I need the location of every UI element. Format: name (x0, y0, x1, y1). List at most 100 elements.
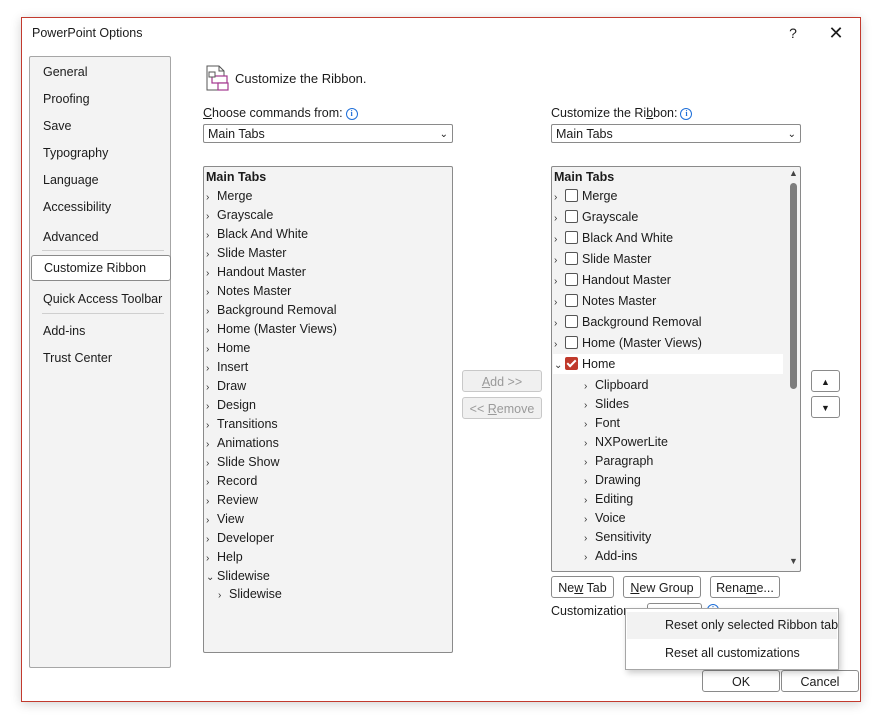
cancel-button[interactable]: Cancel (781, 670, 859, 692)
tree-item-group[interactable]: › Voice (584, 509, 626, 527)
tree-item-label: Home (Master Views) (582, 336, 702, 350)
tree-item-group[interactable]: › Add-ins (584, 547, 637, 565)
list-item[interactable]: ⌄ Slidewise (206, 567, 270, 585)
remove-button[interactable]: << Remove (462, 397, 542, 419)
choose-commands-select[interactable]: Main Tabs ⌄ (203, 124, 453, 143)
tab-checkbox[interactable] (565, 231, 578, 244)
tree-item-tab[interactable]: › Merge (554, 187, 617, 205)
nav-add-ins[interactable]: Add-ins (43, 321, 85, 341)
ribbon-tree[interactable]: Main Tabs › Merge › Grayscale › Black And Whi… (551, 166, 801, 572)
chevron-right-icon: › (206, 382, 210, 393)
nav-advanced[interactable]: Advanced (43, 227, 99, 247)
list-item[interactable]: › Draw (206, 377, 246, 395)
list-item[interactable]: › Black And White (206, 225, 308, 243)
tree-item-group[interactable]: › Slides (584, 395, 629, 413)
customize-ribbon-label: Customize the Ribbon: i (551, 106, 693, 120)
tree-scrollbar[interactable]: ▲ ▼ (788, 167, 800, 571)
new-group-button[interactable]: New Group (623, 576, 701, 598)
list-item[interactable]: › Review (206, 491, 258, 509)
chevron-right-icon: › (554, 192, 558, 203)
tree-item-group[interactable]: › NXPowerLite (584, 433, 668, 451)
tab-checkbox[interactable] (565, 336, 578, 349)
nav-language[interactable]: Language (43, 170, 99, 190)
list-item[interactable]: › Handout Master (206, 263, 306, 281)
customize-ribbon-icon (206, 65, 229, 91)
tab-checkbox[interactable] (565, 357, 578, 370)
btn-text: dd >> (490, 375, 523, 389)
list-item[interactable]: › Slide Show (206, 453, 280, 471)
list-item[interactable]: › Developer (206, 529, 274, 547)
nav-typography[interactable]: Typography (43, 143, 108, 163)
tree-item-group[interactable]: › Paragraph (584, 452, 653, 470)
move-up-button[interactable]: ▲ (811, 370, 840, 392)
tree-item-tab[interactable]: › Slide Master (554, 250, 651, 268)
tree-item-label: Home (582, 357, 616, 371)
tab-checkbox[interactable] (565, 252, 578, 265)
scroll-down-icon[interactable]: ▼ (789, 556, 798, 566)
tree-item-home[interactable]: ⌄ Home (554, 355, 615, 373)
tab-checkbox[interactable] (565, 189, 578, 202)
tree-item-group[interactable]: › Clipboard (584, 376, 649, 394)
list-item[interactable]: › Home (Master Views) (206, 320, 337, 338)
list-item[interactable]: › Help (206, 548, 243, 566)
list-item[interactable]: › Background Removal (206, 301, 337, 319)
list-item[interactable]: › Merge (206, 187, 252, 205)
section-title: Customize the Ribbon. (235, 71, 367, 86)
nav-general[interactable]: General (43, 62, 87, 82)
customize-ribbon-select[interactable]: Main Tabs ⌄ (551, 124, 801, 143)
dialog-title: PowerPoint Options (32, 26, 143, 40)
tree-item-group[interactable]: › Editing (584, 490, 633, 508)
list-item[interactable]: › Transitions (206, 415, 278, 433)
tree-item-tab[interactable]: › Handout Master (554, 271, 671, 289)
scroll-up-icon[interactable]: ▲ (789, 168, 798, 178)
close-button[interactable]: ✕ (824, 22, 848, 44)
new-tab-button[interactable]: New Tab (551, 576, 614, 598)
list-item[interactable]: › Insert (206, 358, 248, 376)
chevron-right-icon: › (584, 552, 588, 563)
nav-customize-ribbon[interactable]: Customize Ribbon (31, 255, 171, 281)
nav-save[interactable]: Save (43, 116, 72, 136)
tree-item-tab[interactable]: › Home (Master Views) (554, 334, 702, 352)
add-button[interactable]: Add >> (462, 370, 542, 392)
list-item[interactable]: › Home (206, 339, 250, 357)
list-item[interactable]: › Record (206, 472, 257, 490)
reset-all-item[interactable]: Reset all customizations (627, 640, 837, 667)
reset-selected-tab-item[interactable]: Reset only selected Ribbon tab (627, 612, 838, 639)
list-item[interactable]: › Slide Master (206, 244, 286, 262)
tab-checkbox[interactable] (565, 273, 578, 286)
tree-item-group[interactable]: › Drawing (584, 471, 641, 489)
ok-button[interactable]: OK (702, 670, 780, 692)
tree-item-tab[interactable]: › Background Removal (554, 313, 702, 331)
chevron-right-icon: › (206, 211, 210, 222)
list-item-child[interactable]: › Slidewise (218, 585, 282, 603)
chevron-right-icon: › (584, 400, 588, 411)
list-item[interactable]: › Animations (206, 434, 279, 452)
list-item[interactable]: › Grayscale (206, 206, 273, 224)
nav-divider (42, 250, 164, 251)
move-down-button[interactable]: ▼ (811, 396, 840, 418)
nav-quick-access-toolbar[interactable]: Quick Access Toolbar (43, 289, 162, 309)
tree-item-tab[interactable]: › Grayscale (554, 208, 638, 226)
tree-item-group[interactable]: › Font (584, 414, 620, 432)
tree-item-tab[interactable]: › Notes Master (554, 292, 656, 310)
nav-proofing[interactable]: Proofing (43, 89, 90, 109)
commands-list[interactable]: Main Tabs › Merge › Grayscale › Black And Whi… (203, 166, 453, 653)
tab-checkbox[interactable] (565, 210, 578, 223)
chevron-right-icon: › (206, 515, 210, 526)
scroll-thumb[interactable] (790, 183, 797, 389)
tab-checkbox[interactable] (565, 315, 578, 328)
tree-item-group[interactable]: › Sensitivity (584, 528, 651, 546)
info-icon[interactable]: i (680, 108, 693, 120)
help-button[interactable]: ? (782, 22, 804, 44)
tab-checkbox[interactable] (565, 294, 578, 307)
rename-button[interactable]: Rename... (710, 576, 780, 598)
tree-item-tab[interactable]: › Black And White (554, 229, 673, 247)
list-item[interactable]: › Notes Master (206, 282, 291, 300)
nav-trust-center[interactable]: Trust Center (43, 348, 112, 368)
list-item-label: Handout Master (217, 265, 306, 279)
info-icon[interactable]: i (345, 108, 358, 120)
chevron-right-icon: › (584, 438, 588, 449)
list-item[interactable]: › View (206, 510, 244, 528)
nav-accessibility[interactable]: Accessibility (43, 197, 111, 217)
list-item[interactable]: › Design (206, 396, 256, 414)
